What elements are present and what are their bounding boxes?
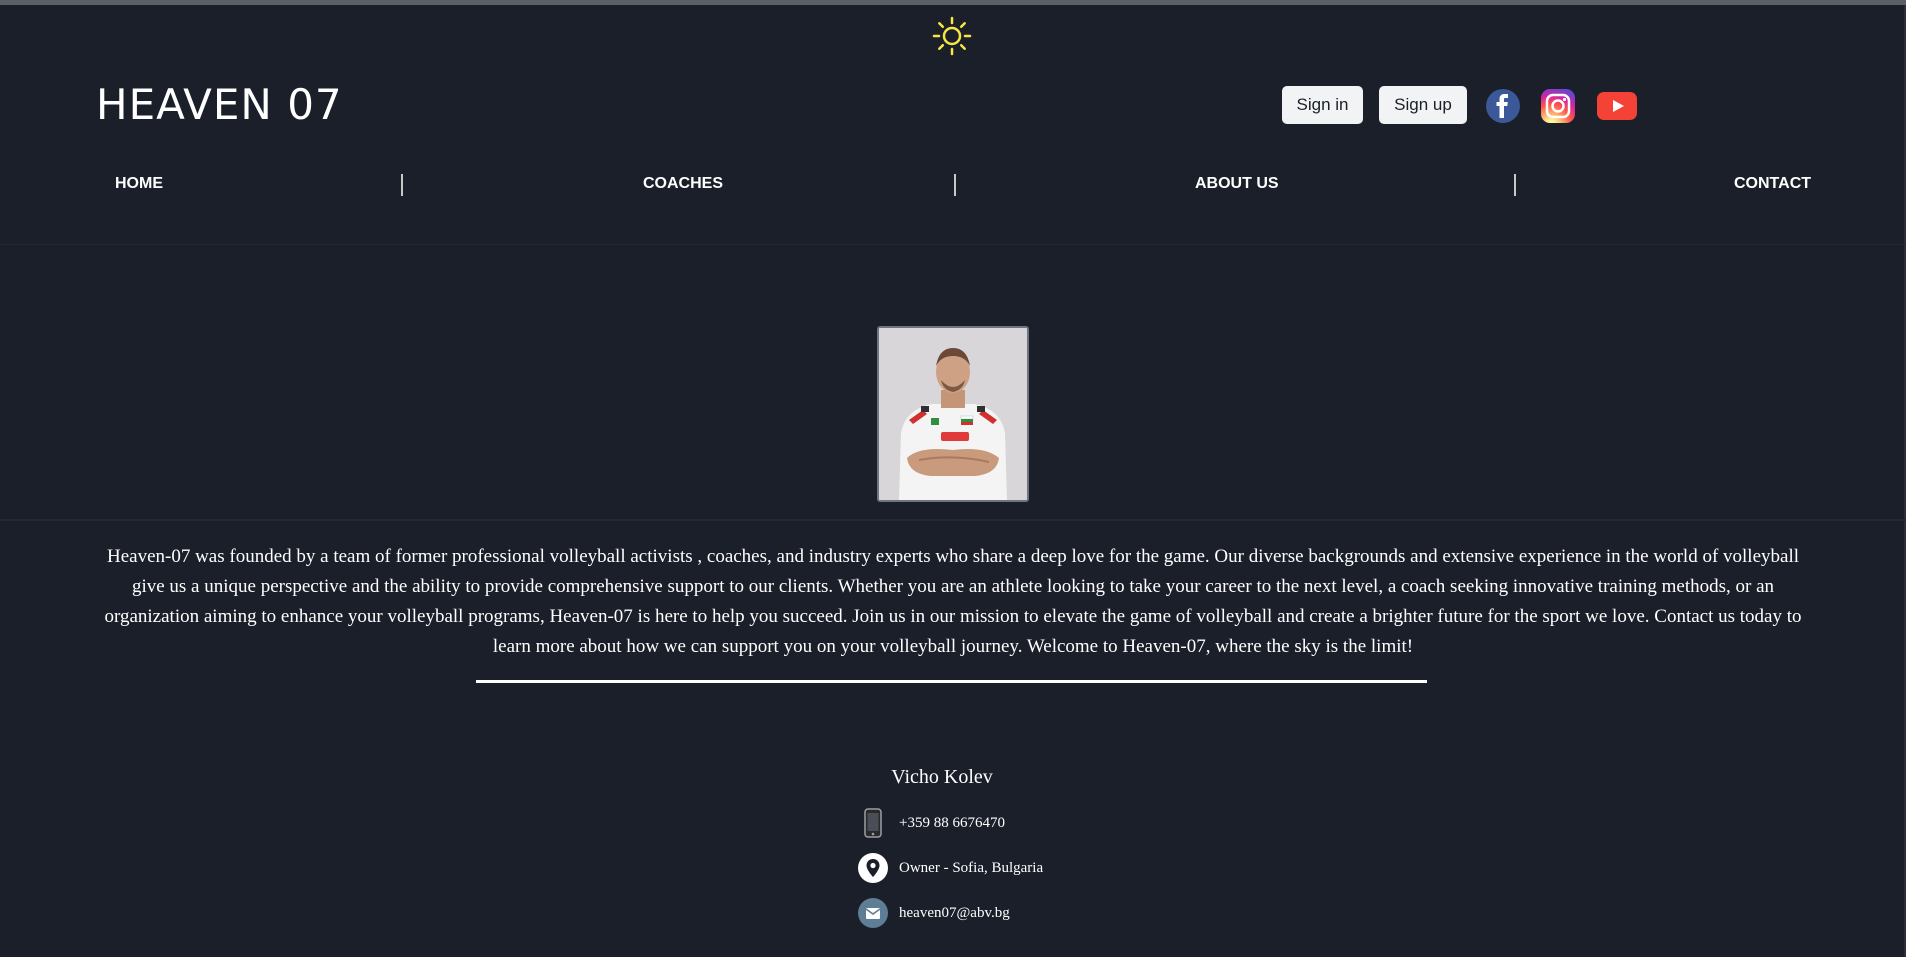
theme-toggle-button[interactable] <box>932 16 972 56</box>
contact-location-row: Owner - Sofia, Bulgaria <box>857 851 1043 885</box>
youtube-icon <box>1597 92 1637 120</box>
sign-in-button[interactable]: Sign in <box>1282 86 1363 124</box>
phone-icon <box>857 807 889 839</box>
instagram-icon <box>1541 89 1575 123</box>
facebook-link[interactable] <box>1485 88 1521 124</box>
content-divider <box>476 680 1427 683</box>
browser-top-strip <box>0 0 1906 5</box>
email-icon <box>857 897 889 929</box>
nav-separator <box>954 174 956 196</box>
nav-coaches[interactable]: COACHES <box>643 175 723 193</box>
location-pin-icon <box>857 852 889 884</box>
sun-icon <box>932 16 972 56</box>
nav-separator <box>401 174 403 196</box>
site-logo[interactable]: HEAVEN 07 <box>96 80 343 129</box>
contact-phone[interactable]: +359 88 6676470 <box>899 815 1005 832</box>
contact-phone-row: +359 88 6676470 <box>857 806 1005 840</box>
header-divider <box>0 244 1906 245</box>
section-divider <box>0 519 1906 521</box>
contact-name: Vicho Kolev <box>891 766 993 788</box>
facebook-icon <box>1486 89 1520 123</box>
instagram-link[interactable] <box>1540 88 1576 124</box>
sign-up-button[interactable]: Sign up <box>1379 86 1467 124</box>
contact-location: Owner - Sofia, Bulgaria <box>899 859 1044 876</box>
coach-photo-image <box>879 328 1027 500</box>
contact-email-row: heaven07@abv.bg <box>857 896 1010 930</box>
contact-email[interactable]: heaven07@abv.bg <box>899 905 1010 922</box>
coach-photo <box>877 326 1029 502</box>
nav-about-us[interactable]: ABOUT US <box>1195 175 1279 193</box>
youtube-link[interactable] <box>1596 88 1638 124</box>
nav-contact[interactable]: CONTACT <box>1734 175 1811 193</box>
nav-home[interactable]: HOME <box>115 175 163 193</box>
nav-separator <box>1514 174 1516 196</box>
about-paragraph: Heaven-07 was founded by a team of forme… <box>104 546 1802 657</box>
